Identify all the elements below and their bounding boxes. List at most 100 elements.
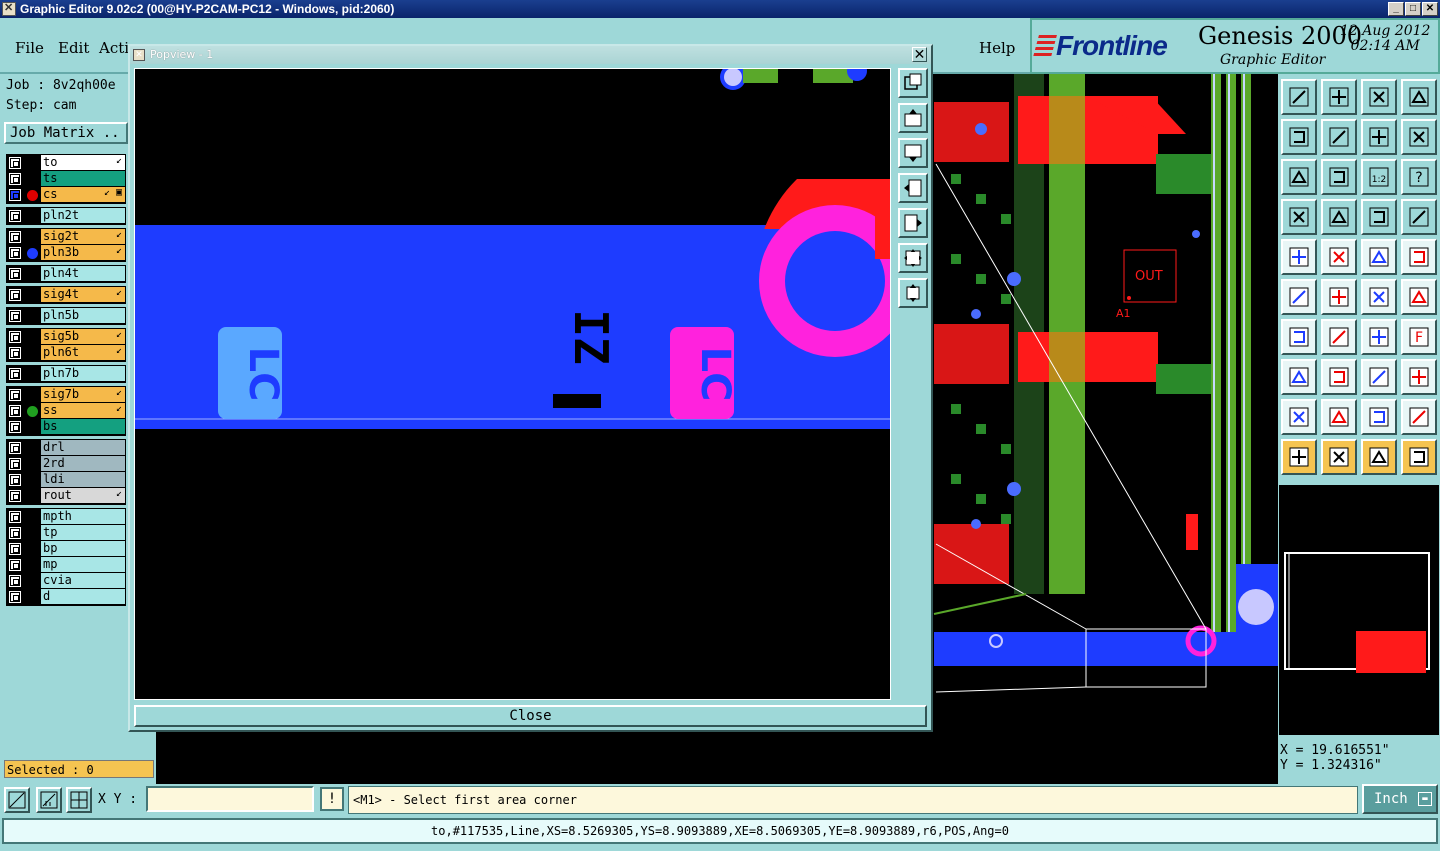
zoom-all-icon[interactable] [1281,159,1317,195]
layer-name[interactable]: sig4t [41,287,125,302]
layer-checkbox[interactable] [9,157,21,169]
layer-name[interactable]: pln6t [41,345,125,360]
net-highlight-icon[interactable] [1401,199,1437,235]
home-icon[interactable] [1361,79,1397,115]
menu-file[interactable]: File [15,39,44,57]
layer-row-drl[interactable]: drl [7,440,125,456]
layer-row-cvia[interactable]: cvia [7,573,125,589]
layer-name[interactable]: pln5b [41,308,125,323]
zoom-center-icon[interactable] [1321,159,1357,195]
net-icon[interactable] [1361,199,1397,235]
exclaim-button[interactable]: ! [320,787,344,811]
layer-name[interactable]: bs [41,419,125,434]
layer-checkbox[interactable] [9,310,21,322]
layer-checkbox[interactable] [9,247,21,259]
layer-name[interactable]: mp [41,557,125,572]
layer-name[interactable]: tp [41,525,125,540]
layer-row-sig5b[interactable]: sig5b ↙ [7,329,125,345]
layer-checkbox[interactable] [9,231,21,243]
layer-name[interactable]: ss [41,403,125,418]
pan-up-icon[interactable] [898,103,928,133]
feature-icon[interactable] [1281,199,1317,235]
layer-row-sig7b[interactable]: sig7b ↙ [7,387,125,403]
overview-map[interactable] [1278,484,1440,736]
angle-icon[interactable] [1281,319,1317,355]
layer-name[interactable]: rout [41,488,125,503]
layer-name[interactable]: 2rd [41,456,125,471]
menu-help[interactable]: Help [979,39,1015,57]
zoom-fit-icon[interactable] [898,243,928,273]
mirror-icon[interactable] [1361,119,1397,155]
layer-checkbox[interactable] [9,474,21,486]
pointer-box-icon[interactable] [1321,439,1357,475]
layer-left-icon[interactable] [1281,119,1317,155]
layer-checkbox[interactable] [9,490,21,502]
layer-name[interactable]: drl [41,440,125,455]
layer-checkbox[interactable] [9,210,21,222]
layer-name[interactable]: sig7b [41,387,125,402]
arc-icon[interactable] [1361,319,1397,355]
window-icon[interactable] [1401,79,1437,115]
layer-row-2rd[interactable]: 2rd [7,456,125,472]
layer-row-ss[interactable]: ss ↙ [7,403,125,419]
units-select[interactable]: Inch ▬ [1362,784,1438,814]
layer-up-icon[interactable] [1281,79,1317,115]
layer-row-pln4t[interactable]: pln4t [7,266,125,282]
layer-checkbox[interactable] [9,421,21,433]
help-icon[interactable]: ? [1401,159,1437,195]
triangle-2-icon[interactable] [1321,399,1357,435]
popview-close-button[interactable]: Close [134,705,927,727]
layer-name[interactable]: pln3b [41,245,125,260]
layer-name[interactable]: to [41,155,125,170]
measure-icon[interactable] [1361,359,1397,395]
select-icon[interactable] [1281,359,1317,395]
grid-icon[interactable] [66,787,92,813]
ruler-icon[interactable] [1361,239,1397,275]
connect-icon[interactable] [1281,279,1317,315]
layer-row-sig4t[interactable]: sig4t ↙ [7,287,125,303]
layer-name[interactable]: ldi [41,472,125,487]
layer-row-pln6t[interactable]: pln6t ↙ [7,345,125,361]
circle-pad-icon[interactable] [1401,239,1437,275]
grid-view-icon[interactable] [1321,199,1357,235]
layer-row-rout[interactable]: rout ↙ [7,488,125,504]
layer-checkbox[interactable] [9,405,21,417]
layer-name[interactable]: sig5b [41,329,125,344]
layer-name[interactable]: cvia [41,573,125,588]
shorten-icon[interactable] [1321,359,1357,395]
layer-name[interactable]: pln4t [41,266,125,281]
layer-row-cs[interactable]: cs ↙ ▣ [7,187,125,203]
layer-checkbox[interactable] [9,543,21,555]
layer-display-dot[interactable] [27,406,38,417]
layer-checkbox[interactable] [9,347,21,359]
layer-name[interactable]: mpth [41,509,125,524]
line-icon[interactable] [1361,279,1397,315]
layer-checkbox[interactable] [9,268,21,280]
layer-row-mp[interactable]: mp [7,557,125,573]
layer-name[interactable]: pln2t [41,208,125,223]
layer-checkbox[interactable] [9,331,21,343]
layer-row-pln7b[interactable]: pln7b [7,366,125,382]
pointer-net-icon[interactable] [1401,439,1437,475]
layer-display-dot[interactable] [27,190,38,201]
zoom-in-icon[interactable] [898,68,928,98]
cross-icon[interactable] [1321,279,1357,315]
layer-checkbox[interactable] [9,289,21,301]
layer-checkbox[interactable] [9,559,21,571]
zoom-home-icon[interactable] [898,278,928,308]
layer-checkbox[interactable] [9,575,21,587]
layer-row-mpth[interactable]: mpth [7,509,125,525]
layer-checkbox[interactable] [9,368,21,380]
layer-name[interactable]: ts [41,171,125,186]
arch-icon[interactable] [1361,399,1397,435]
layer-right-icon[interactable] [1321,119,1357,155]
layer-row-d[interactable]: d [7,589,125,605]
layer-row-pln5b[interactable]: pln5b [7,308,125,324]
job-matrix-button[interactable]: Job Matrix .. [4,122,128,144]
triangle-icon[interactable] [1281,399,1317,435]
popview-canvas[interactable]: LC LC IZ [134,68,891,700]
close-window-button[interactable]: ✕ [1422,2,1438,16]
arc-line-icon[interactable] [1401,279,1437,315]
layer-row-ldi[interactable]: ldi [7,472,125,488]
layer-checkbox[interactable] [9,189,21,201]
